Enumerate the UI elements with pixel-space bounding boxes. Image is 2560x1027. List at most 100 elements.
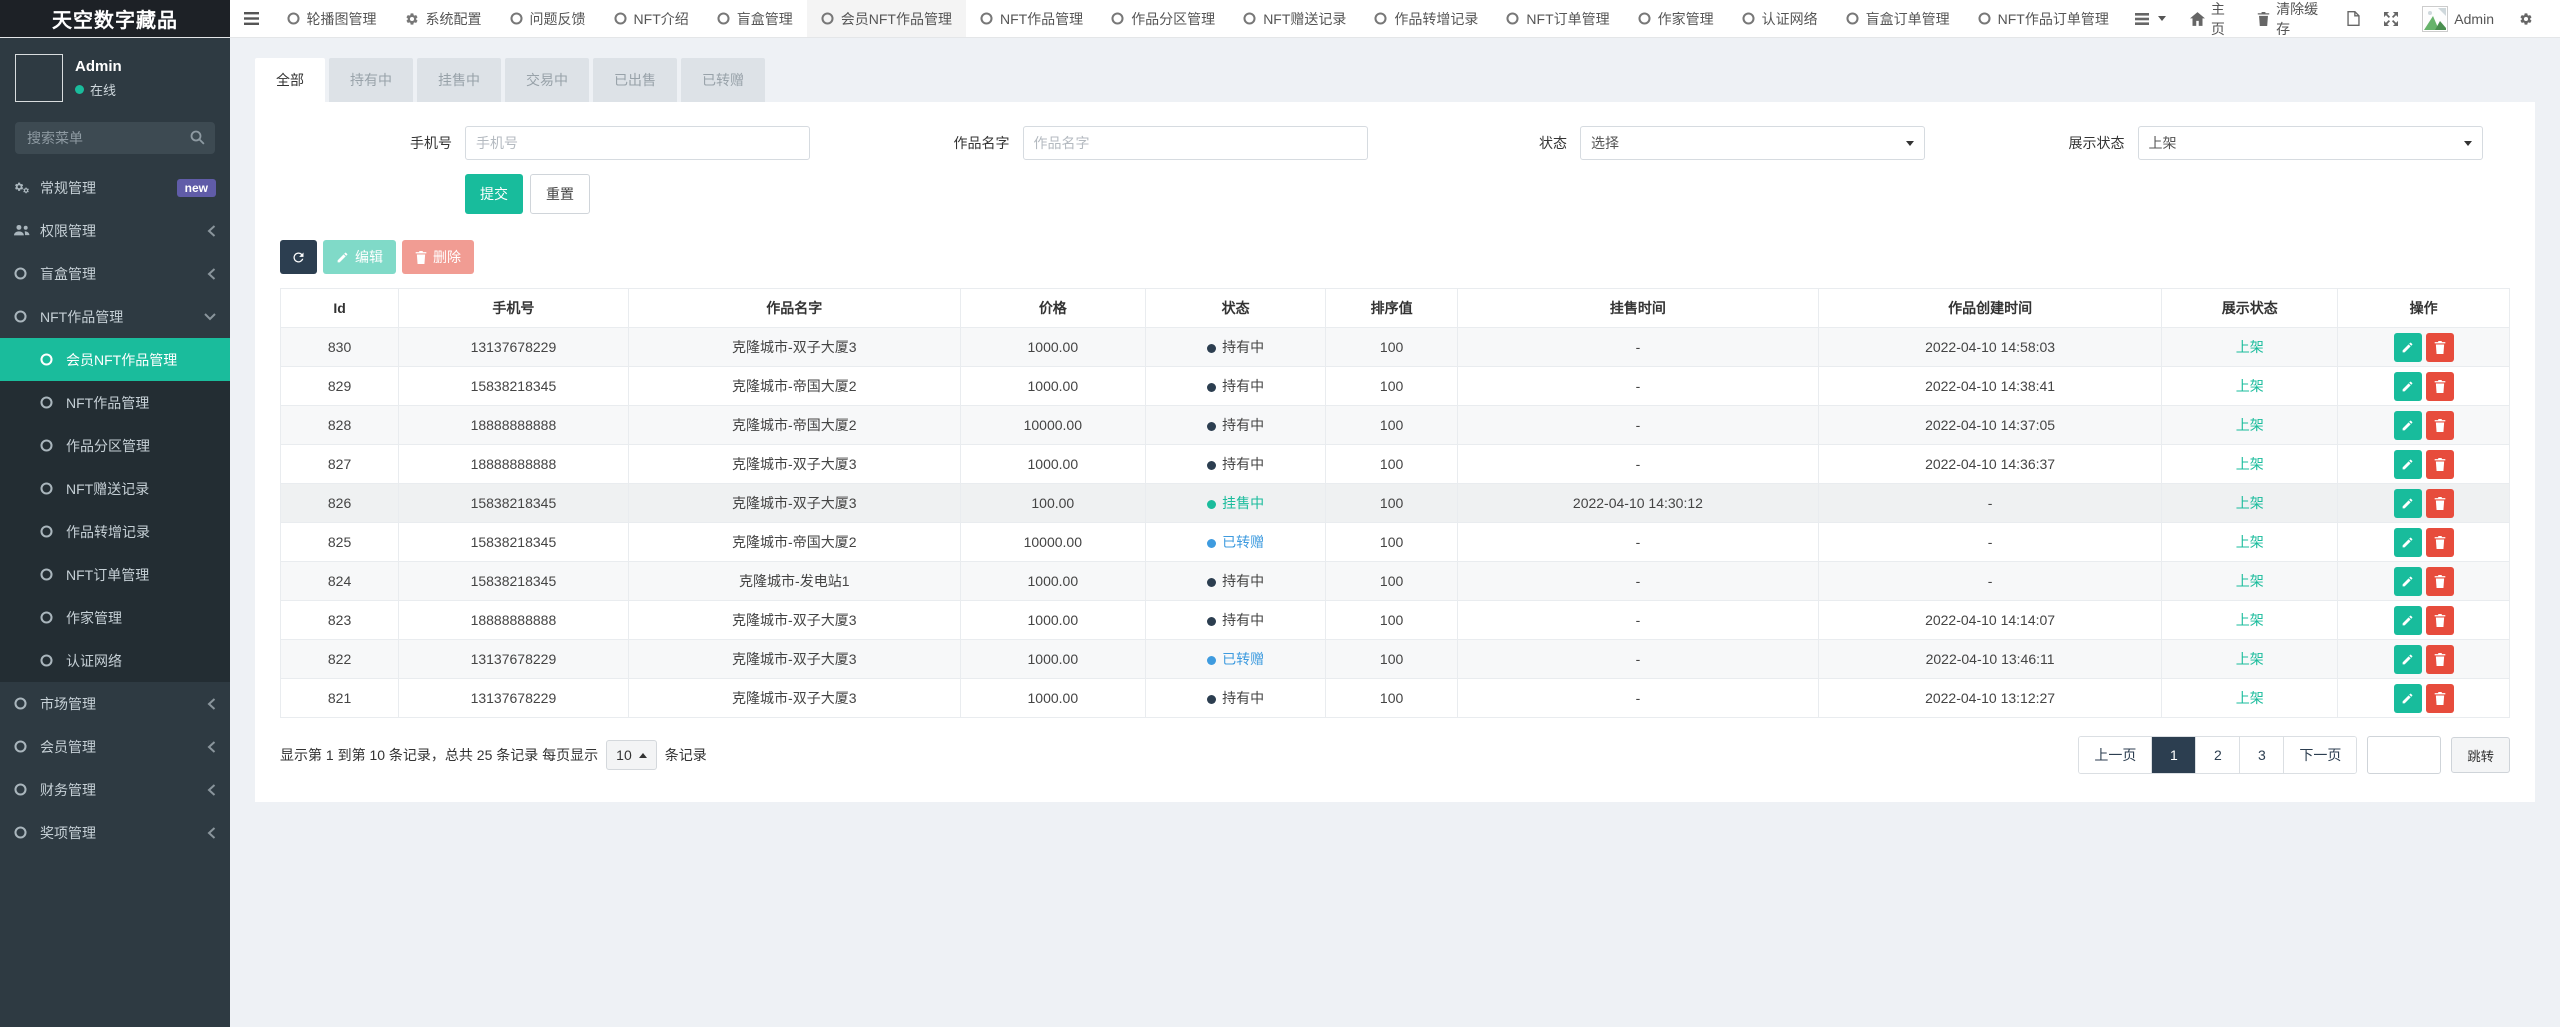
search-icon[interactable] [190, 130, 205, 145]
display-state-link[interactable]: 上架 [2236, 612, 2264, 628]
row-delete-button[interactable] [2426, 411, 2454, 440]
page-button-3[interactable]: 3 [2239, 737, 2283, 773]
sidebar-subitem[interactable]: 会员NFT作品管理 [0, 338, 230, 381]
tab-已转赠[interactable]: 已转赠 [681, 58, 765, 102]
row-edit-button[interactable] [2394, 333, 2422, 362]
filter-input[interactable] [1023, 126, 1368, 160]
page-button-2[interactable]: 2 [2195, 737, 2239, 773]
display-state-link[interactable]: 上架 [2236, 495, 2264, 511]
refresh-button[interactable] [280, 240, 317, 274]
sidebar-item[interactable]: NFT作品管理 [0, 295, 230, 338]
row-delete-button[interactable] [2426, 450, 2454, 479]
clear-cache-button[interactable]: 清除缓存 [2245, 0, 2335, 38]
tab-持有中[interactable]: 持有中 [329, 58, 413, 102]
table-row[interactable]: 82718888888888克隆城市-双子大厦31000.00持有中100-20… [281, 445, 2510, 484]
tab-已出售[interactable]: 已出售 [593, 58, 677, 102]
navbar-item[interactable]: 作品转增记录 [1360, 0, 1492, 37]
row-edit-button[interactable] [2394, 489, 2422, 518]
navbar-item[interactable]: NFT订单管理 [1492, 0, 1623, 37]
navbar-item[interactable]: NFT介绍 [600, 0, 703, 37]
reset-button[interactable]: 重置 [530, 174, 590, 214]
navbar-item[interactable]: 认证网络 [1728, 0, 1832, 37]
row-edit-button[interactable] [2394, 528, 2422, 557]
display-state-link[interactable]: 上架 [2236, 690, 2264, 706]
row-delete-button[interactable] [2426, 567, 2454, 596]
navbar-item[interactable]: NFT作品管理 [966, 0, 1097, 37]
row-edit-button[interactable] [2394, 606, 2422, 635]
row-delete-button[interactable] [2426, 372, 2454, 401]
sidebar-subitem[interactable]: NFT赠送记录 [0, 467, 230, 510]
tab-交易中[interactable]: 交易中 [505, 58, 589, 102]
filter-select[interactable]: 选择 [1580, 126, 1925, 160]
row-edit-button[interactable] [2394, 645, 2422, 674]
display-state-link[interactable]: 上架 [2236, 534, 2264, 550]
table-row[interactable]: 82213137678229克隆城市-双子大厦31000.00已转赠100-20… [281, 640, 2510, 679]
table-row[interactable]: 82515838218345克隆城市-帝国大厦210000.00已转赠100--… [281, 523, 2510, 562]
sidebar-item[interactable]: 市场管理 [0, 682, 230, 725]
row-delete-button[interactable] [2426, 489, 2454, 518]
navbar-item[interactable]: 问题反馈 [496, 0, 600, 37]
navbar-item[interactable]: 盲盒管理 [703, 0, 807, 37]
filter-input[interactable] [465, 126, 810, 160]
page-button-1[interactable]: 1 [2151, 737, 2195, 773]
row-delete-button[interactable] [2426, 333, 2454, 362]
navbar-item[interactable]: 轮播图管理 [273, 0, 391, 37]
table-row[interactable]: 82915838218345克隆城市-帝国大厦21000.00持有中100-20… [281, 367, 2510, 406]
sidebar-item[interactable]: 财务管理 [0, 768, 230, 811]
tab-挂售中[interactable]: 挂售中 [417, 58, 501, 102]
sidebar-subitem[interactable]: NFT作品管理 [0, 381, 230, 424]
menu-collapse-button[interactable] [2123, 0, 2178, 38]
display-state-link[interactable]: 上架 [2236, 456, 2264, 472]
sidebar-item[interactable]: 盲盒管理 [0, 252, 230, 295]
row-edit-button[interactable] [2394, 684, 2422, 713]
sidebar-subitem[interactable]: 作家管理 [0, 596, 230, 639]
jump-button[interactable]: 跳转 [2451, 737, 2510, 773]
jump-page-input[interactable] [2367, 736, 2441, 774]
sidebar-item[interactable]: 常规管理new [0, 166, 230, 209]
sidebar-toggle-icon[interactable] [230, 0, 273, 37]
navbar-item[interactable]: 作品分区管理 [1097, 0, 1229, 37]
sidebar-item[interactable]: 会员管理 [0, 725, 230, 768]
row-delete-button[interactable] [2426, 606, 2454, 635]
table-row[interactable]: 83013137678229克隆城市-双子大厦31000.00持有中100-20… [281, 328, 2510, 367]
filter-select[interactable]: 上架 [2138, 126, 2483, 160]
settings-button[interactable] [2506, 0, 2546, 38]
page-size-select[interactable]: 10 [606, 740, 657, 770]
row-edit-button[interactable] [2394, 411, 2422, 440]
next-page-button[interactable]: 下一页 [2283, 737, 2356, 773]
sidebar-subitem[interactable]: NFT订单管理 [0, 553, 230, 596]
delete-button[interactable]: 删除 [402, 240, 474, 274]
row-delete-button[interactable] [2426, 528, 2454, 557]
tab-全部[interactable]: 全部 [255, 58, 325, 102]
lock-screen-button[interactable] [2335, 0, 2372, 38]
navbar-item[interactable]: 作家管理 [1624, 0, 1728, 37]
sidebar-subitem[interactable]: 作品转增记录 [0, 510, 230, 553]
row-edit-button[interactable] [2394, 372, 2422, 401]
navbar-item[interactable]: 会员NFT作品管理 [807, 0, 966, 37]
display-state-link[interactable]: 上架 [2236, 339, 2264, 355]
row-edit-button[interactable] [2394, 450, 2422, 479]
user-menu[interactable]: Admin [2410, 0, 2506, 38]
sidebar-item[interactable]: 权限管理 [0, 209, 230, 252]
display-state-link[interactable]: 上架 [2236, 417, 2264, 433]
navbar-item[interactable]: NFT赠送记录 [1229, 0, 1360, 37]
display-state-link[interactable]: 上架 [2236, 651, 2264, 667]
prev-page-button[interactable]: 上一页 [2079, 737, 2151, 773]
row-delete-button[interactable] [2426, 684, 2454, 713]
table-row[interactable]: 82113137678229克隆城市-双子大厦31000.00持有中100-20… [281, 679, 2510, 718]
table-row[interactable]: 82615838218345克隆城市-双子大厦3100.00挂售中1002022… [281, 484, 2510, 523]
sidebar-subitem[interactable]: 作品分区管理 [0, 424, 230, 467]
display-state-link[interactable]: 上架 [2236, 573, 2264, 589]
sidebar-search-input[interactable] [15, 122, 215, 154]
submit-button[interactable]: 提交 [465, 174, 523, 214]
navbar-item[interactable]: NFT作品订单管理 [1964, 0, 2123, 37]
row-delete-button[interactable] [2426, 645, 2454, 674]
display-state-link[interactable]: 上架 [2236, 378, 2264, 394]
sidebar-item[interactable]: 奖项管理 [0, 811, 230, 854]
home-button[interactable]: 主页 [2178, 0, 2245, 38]
row-edit-button[interactable] [2394, 567, 2422, 596]
navbar-item[interactable]: 盲盒订单管理 [1832, 0, 1964, 37]
fullscreen-button[interactable] [2372, 0, 2410, 38]
table-row[interactable]: 82818888888888克隆城市-帝国大厦210000.00持有中100-2… [281, 406, 2510, 445]
sidebar-subitem[interactable]: 认证网络 [0, 639, 230, 682]
